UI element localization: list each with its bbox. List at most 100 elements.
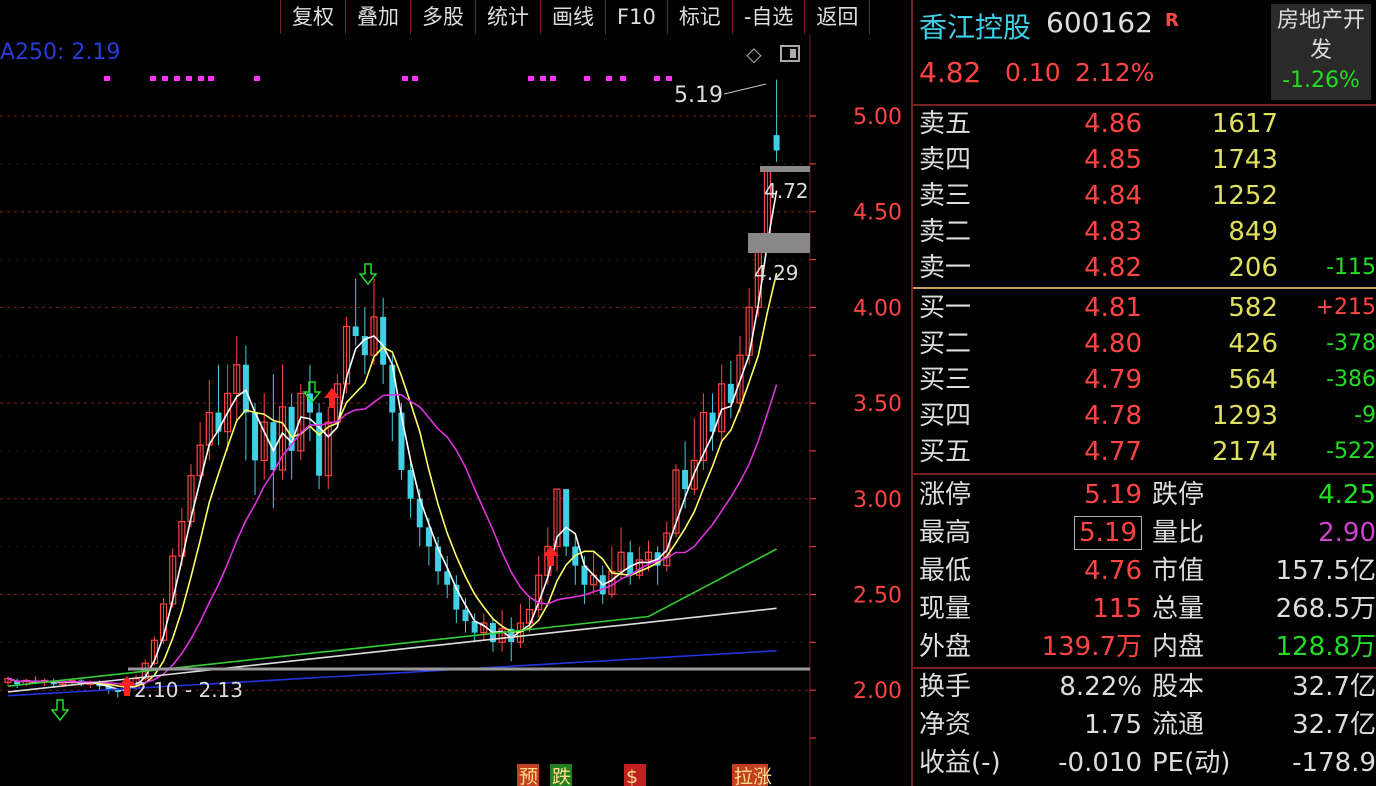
asks-row[interactable]: 卖四 4.85 1743 [913, 142, 1376, 178]
stat-value: 268.5万 [1275, 594, 1376, 624]
signal-dot [254, 76, 260, 81]
toolbar-remove-watchlist-button[interactable]: -自选 [731, 0, 805, 34]
panel-toggle-icon[interactable] [780, 45, 800, 62]
signal-dot [174, 76, 180, 81]
order-label: 买一 [919, 293, 972, 323]
sell-arrow-icon [50, 699, 70, 722]
asks-row[interactable]: 卖二 4.83 849 [913, 214, 1376, 250]
stat-label: 外盘 [919, 632, 972, 662]
order-delta: -9 [1354, 403, 1376, 428]
kline-svg[interactable]: 5.00 4.50 4.00 3.50 3.00 2.50 2.00 2.10 - 2.13 4… [0, 0, 912, 786]
order-price: 4.85 [1084, 145, 1142, 175]
order-volume: 206 [1228, 253, 1278, 283]
resistance-box [760, 166, 810, 172]
signal-dot [654, 76, 660, 81]
toolbar-draw-button[interactable]: 画线 [540, 0, 605, 34]
toolbar-stats-button[interactable]: 统计 [475, 0, 540, 34]
stat-label: 最低 [919, 556, 972, 586]
signal-dot [208, 76, 214, 81]
price-axis-label: 2.00 [853, 679, 902, 704]
diamond-icon[interactable]: ◇ [744, 44, 764, 64]
chart-toolbar: 复权 叠加 多股 统计 画线 F10 标记 -自选 返回 [280, 0, 871, 34]
fund-value: 32.7亿 [1292, 710, 1376, 740]
signal-dot [104, 76, 110, 81]
order-volume: 1743 [1211, 145, 1278, 175]
ma250-label: A250: 2.19 [0, 40, 121, 65]
candle-body [462, 609, 469, 622]
candle-body [435, 546, 442, 572]
toolbar-fuquan-button[interactable]: 复权 [280, 0, 345, 34]
toolbar-back-button[interactable]: 返回 [804, 0, 871, 34]
stat-value: 5.19 [1074, 516, 1142, 550]
asks-row[interactable]: 卖三 4.84 1252 [913, 178, 1376, 214]
bids-row[interactable]: 买五 4.77 2174 -522 [913, 434, 1376, 470]
fund-label: 收益(-) [919, 748, 1001, 778]
order-delta: -115 [1326, 255, 1376, 280]
toolbar-mark-button[interactable]: 标记 [666, 0, 732, 34]
bids-row[interactable]: 买一 4.81 582 +215 [913, 290, 1376, 326]
stock-code: 600162 [1046, 6, 1153, 39]
high-pointer [723, 83, 767, 95]
last-price: 4.82 [919, 56, 982, 89]
order-delta: -522 [1326, 439, 1376, 464]
fund-row: 净资 1.75 流通 32.7亿 [913, 706, 1376, 744]
bids-row[interactable]: 买二 4.80 426 -378 [913, 326, 1376, 362]
signal-dot [402, 76, 408, 81]
candle-body [242, 364, 249, 413]
signal-dot [528, 76, 534, 81]
stat-label: 内盘 [1152, 632, 1205, 662]
order-volume: 1293 [1211, 401, 1278, 431]
margin-badge: R [1165, 10, 1179, 31]
stat-label: 量比 [1152, 518, 1205, 548]
stats-row: 现量 115 总量 268.5万 [913, 590, 1376, 628]
order-price: 4.80 [1084, 329, 1142, 359]
order-label: 卖一 [919, 253, 972, 283]
stat-label: 最高 [919, 518, 972, 548]
order-price: 4.83 [1084, 217, 1142, 247]
box-label-429: 4.29 [754, 261, 799, 285]
bottom-marker-label: 拉涨 [734, 766, 772, 786]
fund-value: 1.75 [1084, 710, 1142, 740]
order-volume: 582 [1228, 293, 1278, 323]
stat-value: 4.25 [1318, 480, 1376, 510]
signal-dot [186, 76, 192, 81]
stats-row: 涨停 5.19 跌停 4.25 [913, 476, 1376, 514]
price-change-pct: 2.12% [1075, 58, 1155, 87]
candle-body [316, 412, 323, 476]
order-price: 4.77 [1084, 437, 1142, 467]
toolbar-multi-stock-button[interactable]: 多股 [410, 0, 475, 34]
bids-row[interactable]: 买四 4.78 1293 -9 [913, 398, 1376, 434]
ma10-line [7, 272, 778, 688]
kline-chart[interactable]: 5.00 4.50 4.00 3.50 3.00 2.50 2.00 2.10 - 2.13 4… [0, 0, 912, 786]
stats-row: 最低 4.76 市值 157.5亿 [913, 552, 1376, 590]
sector-name: 房地产开发 [1276, 8, 1365, 63]
order-volume: 1252 [1211, 181, 1278, 211]
candle-body [398, 412, 405, 470]
signal-dot [162, 76, 168, 81]
price-change: 0.10 [1005, 58, 1061, 87]
divider [913, 473, 1376, 475]
stat-value: 115 [1092, 594, 1142, 624]
asks-row[interactable]: 卖一 4.82 206 -115 [913, 250, 1376, 286]
stat-label: 跌停 [1152, 480, 1205, 510]
order-label: 卖五 [919, 109, 972, 139]
candle-body [627, 552, 634, 576]
quote-panel: 香江控股 600162 R 房地产开发 -1.26% 4.82 0.10 2.1… [913, 0, 1376, 786]
toolbar-f10-button[interactable]: F10 [605, 0, 667, 34]
stat-value: 139.7万 [1041, 632, 1142, 662]
order-price: 4.84 [1084, 181, 1142, 211]
ma120-line [7, 607, 777, 693]
fund-value: 32.7亿 [1292, 672, 1376, 702]
ma60-line [7, 548, 777, 687]
toolbar-overlay-button[interactable]: 叠加 [345, 0, 410, 34]
sector-box[interactable]: 房地产开发 -1.26% [1271, 4, 1371, 100]
bids-row[interactable]: 买三 4.79 564 -386 [913, 362, 1376, 398]
asks-row[interactable]: 卖五 4.86 1617 [913, 106, 1376, 142]
stat-value: 128.8万 [1275, 632, 1376, 662]
order-label: 卖四 [919, 145, 972, 175]
price-axis-label: 4.00 [853, 296, 902, 321]
candle-body [773, 135, 780, 151]
order-delta: +215 [1315, 295, 1376, 320]
signal-dot [198, 76, 204, 81]
bottom-marker-label: $ [626, 766, 638, 786]
